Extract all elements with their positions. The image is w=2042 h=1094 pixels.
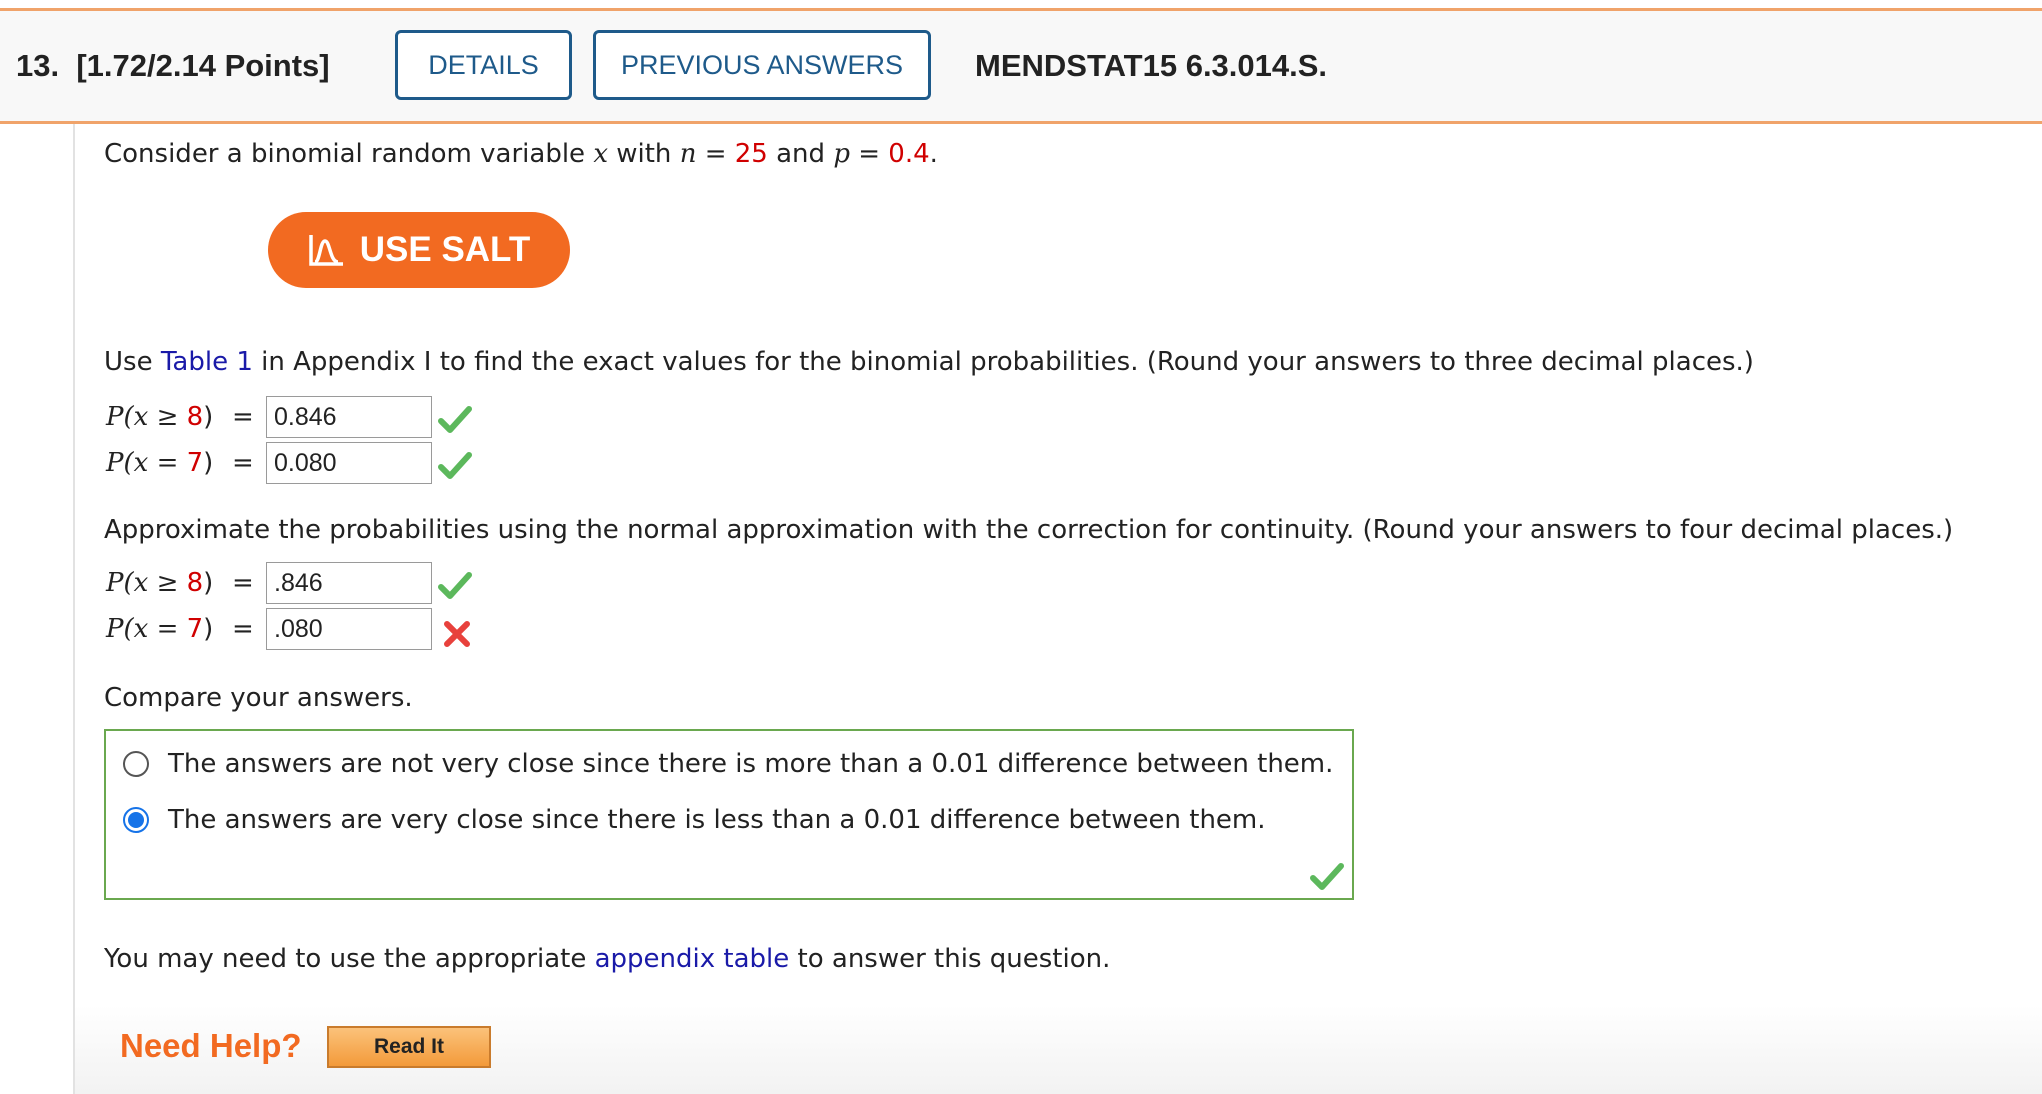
equals-sign: =	[232, 448, 254, 478]
table1-link[interactable]: Table 1	[161, 347, 253, 377]
compare-prompt: Compare your answers.	[104, 683, 413, 713]
answer-field-normal-eq7[interactable]: .080	[266, 608, 432, 650]
equals-sign: =	[232, 568, 254, 598]
answer-field-exact-ge8[interactable]: 0.846	[266, 396, 432, 438]
part1-pre: Use	[104, 347, 161, 377]
var-p: p	[833, 139, 850, 169]
question-code: MENDSTAT15 6.3.014.S.	[975, 48, 1328, 83]
answer-field-exact-eq7[interactable]: 0.080	[266, 442, 432, 484]
part1-instruction: Use Table 1 in Appendix I to find the ex…	[104, 347, 1754, 377]
header-bottom-rule	[0, 121, 2042, 124]
n-value: 25	[734, 139, 768, 169]
part1-post: in Appendix I to find the exact values f…	[252, 347, 1754, 377]
var-n: n	[679, 139, 697, 169]
content-left-rule	[73, 124, 75, 1094]
equals-sign: =	[232, 402, 254, 432]
check-icon	[1310, 863, 1344, 890]
probability-label: P(x ≥ 8)	[106, 568, 214, 598]
radio-option-not-close[interactable]	[123, 751, 149, 777]
use-salt-button[interactable]: USE SALT	[268, 212, 570, 288]
answer-field-normal-ge8[interactable]: .846	[266, 562, 432, 604]
option-label-not-close[interactable]: The answers are not very close since the…	[168, 749, 1333, 779]
intro-text: Consider a binomial random variable x wi…	[104, 139, 938, 169]
need-help-label: Need Help?	[120, 1027, 302, 1064]
intro-and: and	[767, 139, 834, 169]
option-label-very-close[interactable]: The answers are very close since there i…	[168, 805, 1266, 835]
probability-label: P(x ≥ 8)	[106, 402, 214, 432]
check-icon	[438, 572, 472, 599]
check-icon	[438, 406, 472, 433]
points-label: [1.72/2.14 Points]	[76, 48, 330, 83]
question-number-points: 13. [1.72/2.14 Points]	[16, 48, 330, 84]
read-it-button[interactable]: Read It	[327, 1026, 491, 1068]
intro-eq1: =	[696, 139, 735, 169]
question-number: 13.	[16, 48, 60, 83]
radio-option-very-close[interactable]	[123, 807, 149, 833]
p-value: 0.4	[888, 139, 930, 169]
compare-choices-box: The answers are not very close since the…	[104, 729, 1354, 900]
use-salt-label: USE SALT	[359, 230, 531, 269]
appendix-table-link[interactable]: appendix table	[595, 944, 790, 974]
var-x: x	[593, 139, 608, 169]
probability-label: P(x = 7)	[106, 448, 214, 478]
equals-sign: =	[232, 614, 254, 644]
previous-answers-button[interactable]: PREVIOUS ANSWERS	[593, 30, 931, 100]
intro-eq2: =	[849, 139, 889, 169]
appendix-note: You may need to use the appropriate appe…	[104, 944, 1111, 974]
intro-with: with	[607, 139, 680, 169]
part2-instruction: Approximate the probabilities using the …	[104, 515, 1954, 545]
probability-label: P(x = 7)	[106, 614, 214, 644]
intro-period: .	[929, 139, 938, 169]
check-icon	[438, 452, 472, 479]
salt-graph-icon	[309, 235, 343, 266]
x-mark-icon	[444, 621, 470, 647]
intro-prefix: Consider a binomial random variable	[104, 139, 594, 169]
details-button[interactable]: DETAILS	[395, 30, 572, 100]
